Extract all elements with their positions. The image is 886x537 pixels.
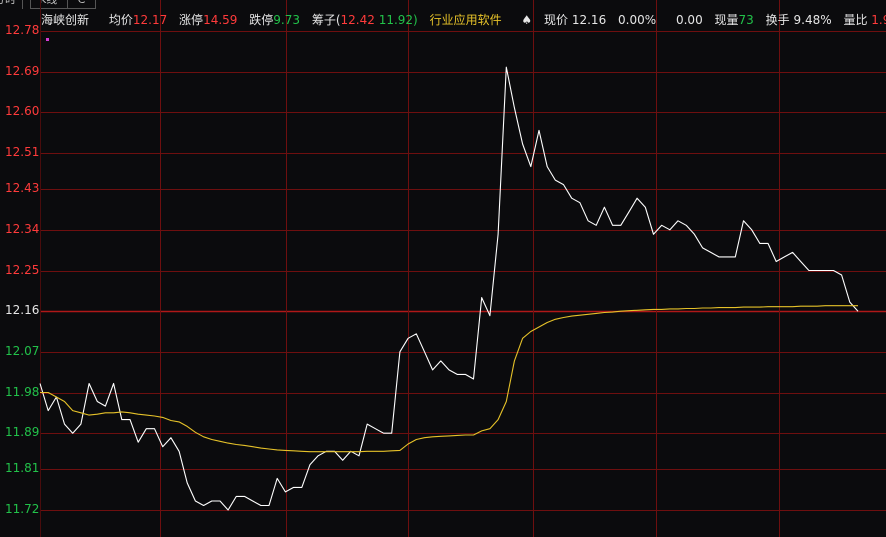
current-price-label: 现价 <box>544 13 569 27</box>
limit-down-label: 跌停 <box>249 13 274 27</box>
change-percent: 0.00% <box>618 13 657 27</box>
y-tick-label: 11.89 <box>5 425 40 440</box>
price-chart <box>39 0 886 537</box>
spade-icon: ♠ <box>521 13 533 27</box>
event-marker <box>46 38 49 41</box>
volume-value: 73 <box>738 13 754 27</box>
y-tick-label: 12.60 <box>5 104 40 119</box>
avg-price-line <box>40 305 858 453</box>
y-tick-label: 12.51 <box>5 145 40 159</box>
industry-label[interactable]: 行业应用软件 <box>430 13 502 27</box>
y-tick-label: 12.43 <box>5 181 40 196</box>
limit-up-label: 涨停 <box>179 13 204 27</box>
avg-price-label: 均价 <box>108 13 133 27</box>
change-amount: 0.00 <box>675 13 703 27</box>
stock-name[interactable]: 海峡创新 <box>41 13 89 27</box>
chips-high: 12.42 <box>340 13 375 27</box>
quote-header: 海峡创新 均价12.17 涨停14.59 跌停9.73 筹子(12.42 11.… <box>41 12 886 28</box>
y-tick-label: 12.07 <box>5 343 40 358</box>
chips-label: 筹子( <box>311 13 341 27</box>
intraday-chart-window: 分时 K线 C 12.7812.6912.6012.5112.4312.3412… <box>0 0 886 537</box>
y-tick-label: 12.78 <box>5 23 40 37</box>
limit-down-value: 9.73 <box>273 13 300 27</box>
limit-up-value: 14.59 <box>203 13 238 27</box>
volume-ratio-value: 1.97 <box>871 13 886 27</box>
y-tick-label: 11.81 <box>5 461 40 476</box>
avg-price-value: 12.17 <box>132 13 168 27</box>
turnover-value: 9.48% <box>793 13 832 27</box>
y-tick-label: 12.25 <box>5 262 40 277</box>
volume-label: 现量 <box>714 13 739 27</box>
volume-ratio-label: 量比 <box>843 13 868 27</box>
y-tick-label: 11.72 <box>5 502 40 516</box>
current-price-value: 12.16 <box>571 13 607 27</box>
grid-lines <box>40 0 886 537</box>
chips-low: 11.92) <box>378 13 418 27</box>
chart-series <box>39 66 859 511</box>
y-axis-labels: 12.78 12.69 12.60 12.51 12.43 12.34 12.25 12.16… <box>0 0 40 537</box>
y-tick-label: 12.16 <box>5 303 40 318</box>
y-tick-label: 11.98 <box>5 384 40 399</box>
turnover-label: 换手 <box>765 13 790 27</box>
y-tick-label: 12.34 <box>5 221 40 236</box>
y-tick-label: 12.69 <box>5 63 40 78</box>
price-line <box>39 66 859 511</box>
